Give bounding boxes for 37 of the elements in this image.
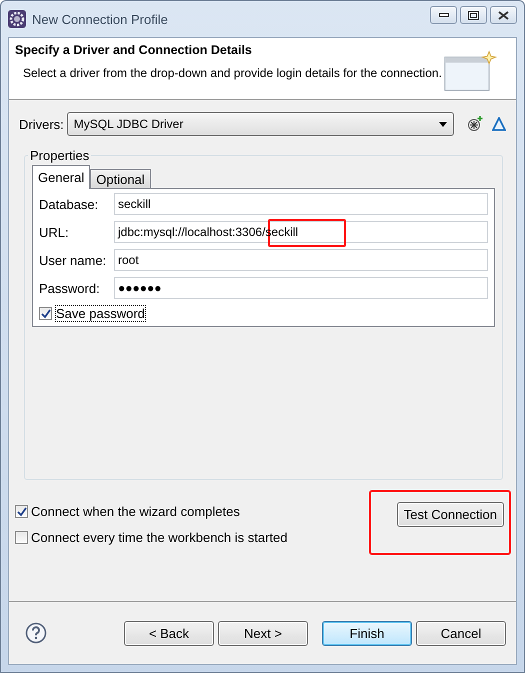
app-icon	[8, 10, 26, 28]
checkbox[interactable]	[15, 531, 28, 544]
minimize-icon	[438, 12, 448, 18]
checkbox-label: Connect when the wizard completes	[31, 504, 240, 519]
help-icon[interactable]	[25, 622, 47, 644]
dialog-button[interactable]: Cancel	[416, 620, 506, 646]
dialog-button[interactable]: Next >	[218, 620, 308, 646]
dropdown-arrow-icon[interactable]	[439, 122, 447, 126]
input-field[interactable]: root	[114, 249, 488, 271]
window-title: New Connection Profile	[32, 12, 169, 26]
checkbox-label: Connect every time the workbench is started	[31, 530, 288, 545]
page-description: Select a driver from the drop-down and provide login details for the connection.	[23, 65, 443, 82]
triangle-icon[interactable]	[492, 117, 506, 131]
drivers-label: Drivers:	[19, 116, 64, 132]
checkbox[interactable]	[39, 307, 52, 320]
checkbox-label: Save password	[55, 305, 146, 322]
checkbox[interactable]	[15, 505, 28, 518]
maximize-button[interactable]	[460, 6, 487, 24]
field-label: Database:	[39, 196, 100, 212]
restore-icon	[468, 10, 479, 20]
close-button[interactable]	[490, 6, 517, 24]
driver-dropdown[interactable]: MySQL JDBC Driver	[66, 112, 454, 136]
minimize-button[interactable]	[430, 6, 457, 24]
field-label: URL:	[39, 224, 70, 240]
group-title: Properties	[29, 148, 90, 163]
field-label: Password:	[39, 280, 101, 296]
add-driver-icon[interactable]	[467, 116, 483, 132]
field-label: User name:	[39, 252, 108, 268]
dialog-button[interactable]: Finish	[322, 620, 412, 646]
test-connection-button[interactable]: Test Connection	[396, 502, 504, 527]
dialog-button[interactable]: < Back	[124, 620, 214, 646]
close-icon	[498, 10, 509, 20]
page-title: Specify a Driver and Connection Details	[15, 43, 253, 57]
tab[interactable]: Optional	[90, 169, 151, 189]
input-field[interactable]: ●●●●●●	[114, 277, 488, 299]
input-field[interactable]: seckill	[114, 193, 488, 215]
tab[interactable]: General	[32, 165, 90, 189]
